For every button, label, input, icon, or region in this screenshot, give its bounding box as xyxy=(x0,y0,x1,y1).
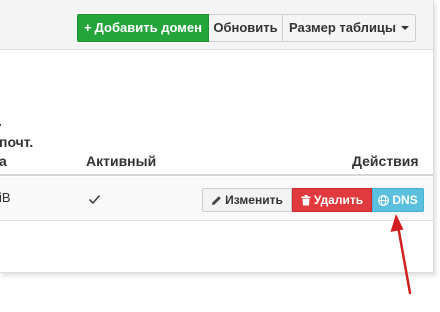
delete-button[interactable]: Удалить xyxy=(292,188,372,212)
domain-cell-partial: iB xyxy=(0,190,11,205)
edit-button[interactable]: Изменить xyxy=(202,188,292,212)
add-domain-label: Добавить домен xyxy=(94,20,202,35)
globe-icon xyxy=(378,195,390,206)
table-size-dropdown[interactable]: Размер таблицы xyxy=(283,14,416,42)
delete-label: Удалить xyxy=(313,193,364,207)
edit-label: Изменить xyxy=(225,193,283,207)
dns-button[interactable]: DNS xyxy=(372,188,424,212)
plus-icon: + xyxy=(84,20,92,35)
add-domain-button[interactable]: + Добавить домен xyxy=(77,14,209,42)
column-header-fragment-1: . xyxy=(0,113,2,130)
column-header-fragment-3: а xyxy=(0,153,7,169)
pencil-icon xyxy=(212,196,221,205)
column-header-fragment-2: почт. xyxy=(0,134,34,150)
refresh-label: Обновить xyxy=(213,20,278,35)
dns-label: DNS xyxy=(392,193,418,207)
refresh-button[interactable]: Обновить xyxy=(209,14,283,42)
checkmark-icon xyxy=(88,194,101,205)
header-divider xyxy=(0,174,433,176)
table-size-label: Размер таблицы xyxy=(288,20,397,35)
column-header-active[interactable]: Активный xyxy=(86,153,156,170)
column-header-actions: Действия xyxy=(352,153,419,169)
trash-icon xyxy=(301,195,311,206)
caret-down-icon xyxy=(401,26,410,30)
